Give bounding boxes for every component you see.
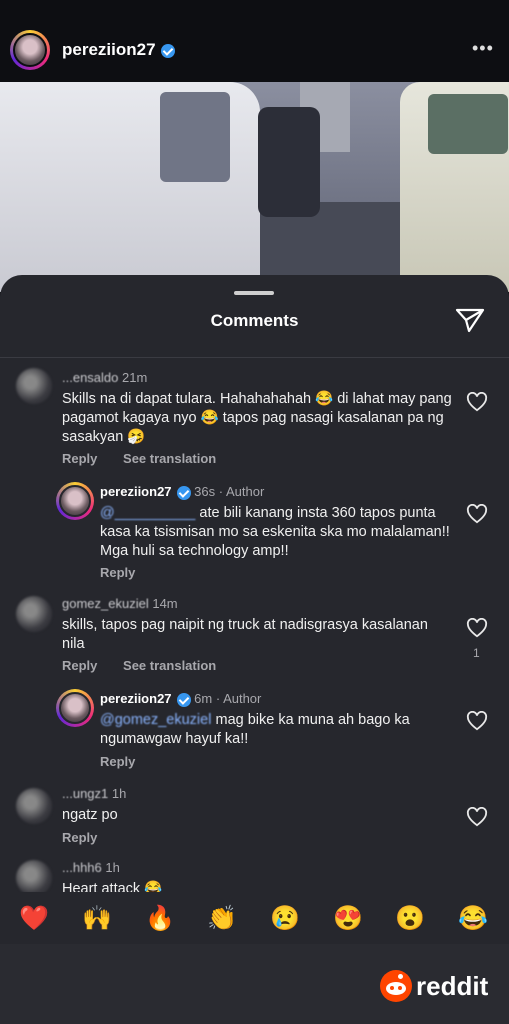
comment-username[interactable]: pereziion27 <box>100 484 172 499</box>
reaction-laughing-icon[interactable]: 😂 <box>456 902 490 936</box>
profile-avatar[interactable] <box>10 30 50 70</box>
comment-time: 14m <box>152 596 178 611</box>
author-avatar[interactable] <box>56 689 94 727</box>
comment-header: ...ensaldo 21m <box>62 370 147 385</box>
video-frame[interactable] <box>0 82 509 292</box>
sheet-title: Comments <box>210 311 299 330</box>
reaction-raised-hands-icon[interactable]: 🙌 <box>80 902 114 936</box>
comment-text: ngatz po <box>62 807 118 823</box>
comment-time: 36s <box>194 484 216 499</box>
mention-link[interactable]: @__________ <box>100 505 195 521</box>
see-translation-button[interactable]: See translation <box>123 451 216 466</box>
like-heart-icon[interactable] <box>466 807 488 827</box>
like-heart-icon[interactable] <box>466 618 488 638</box>
sheet-grabber[interactable] <box>234 291 274 295</box>
comment-header: pereziion27 36s · Author <box>100 484 264 500</box>
author-label: · Author <box>218 484 265 499</box>
reddit-logo-icon <box>380 970 412 1002</box>
comment-username[interactable]: ...ensaldo <box>62 370 118 385</box>
top-bar: pereziion27 ••• <box>0 0 509 82</box>
comment-text: @gomez_ekuziel mag bike ka muna ah bago … <box>100 712 410 747</box>
reaction-heart-eyes-icon[interactable]: 😍 <box>331 902 365 936</box>
more-options-icon[interactable]: ••• <box>472 38 494 59</box>
reply-button[interactable]: Reply <box>100 565 135 580</box>
reply-button[interactable]: Reply <box>100 754 135 769</box>
comment-header: pereziion27 6m · Author <box>100 691 261 707</box>
profile-username[interactable]: pereziion27 <box>62 40 175 60</box>
comment-username[interactable]: ...hhh6 <box>62 860 102 875</box>
sheet-divider <box>0 357 509 358</box>
reaction-heart-icon[interactable]: ❤️ <box>17 902 51 936</box>
bottom-area: reddit <box>0 944 509 1024</box>
like-heart-icon[interactable] <box>466 711 488 731</box>
comment-actions: Reply <box>100 754 157 769</box>
comment-username[interactable]: gomez_ekuziel <box>62 596 149 611</box>
verified-badge-icon <box>176 692 191 707</box>
commenter-avatar[interactable] <box>16 368 52 404</box>
reply-button[interactable]: Reply <box>62 830 97 845</box>
reaction-surprised-icon[interactable]: 😮 <box>393 902 427 936</box>
comment-username[interactable]: pereziion27 <box>100 691 172 706</box>
comment-header: ...hhh6 1h <box>62 860 120 875</box>
comment-actions: Reply See translation <box>62 658 238 673</box>
author-avatar[interactable] <box>56 482 94 520</box>
comment-time: 1h <box>111 786 127 801</box>
comment-username[interactable]: ...ungz1 <box>62 786 108 801</box>
comment-text: Skills na di dapat tularа. Hahahahahah 😂… <box>62 391 452 445</box>
reaction-fire-icon[interactable]: 🔥 <box>143 902 177 936</box>
comment-actions: Reply See translation <box>62 451 238 466</box>
reply-button[interactable]: Reply <box>62 658 97 673</box>
share-send-icon[interactable] <box>455 307 485 333</box>
mention-link[interactable]: @gomez_ekuziel <box>100 712 211 728</box>
commenter-avatar[interactable] <box>16 788 52 824</box>
comment-time: 21m <box>122 370 148 385</box>
reaction-crying-icon[interactable]: 😢 <box>268 902 302 936</box>
verified-badge-icon <box>176 485 191 500</box>
comment-actions: Reply <box>100 565 157 580</box>
commenter-avatar[interactable] <box>16 596 52 632</box>
like-heart-icon[interactable] <box>466 392 488 412</box>
comment-text: Heart attack 😂 <box>62 881 163 892</box>
comment-text: @__________ ate bili kanang insta 360 ta… <box>100 505 450 559</box>
quick-reactions-bar: ❤️ 🙌 🔥 👏 😢 😍 😮 😂 <box>0 892 509 944</box>
see-translation-button[interactable]: See translation <box>123 658 216 673</box>
comment-text: skills, tapos pag naipit ng truck at nad… <box>62 617 428 652</box>
reaction-clap-icon[interactable]: 👏 <box>205 902 239 936</box>
comment-time: 6m <box>194 691 213 706</box>
comment-header: gomez_ekuziel 14m <box>62 596 178 611</box>
comment-time: 1h <box>105 860 120 875</box>
commenter-avatar[interactable] <box>16 860 52 896</box>
author-label: · Author <box>215 691 262 706</box>
verified-badge-icon <box>160 43 175 58</box>
like-count: 1 <box>473 646 480 660</box>
reply-button[interactable]: Reply <box>62 451 97 466</box>
like-heart-icon[interactable] <box>466 504 488 524</box>
comment-actions: Reply <box>62 830 119 845</box>
comment-header: ...ungz1 1h <box>62 786 126 801</box>
